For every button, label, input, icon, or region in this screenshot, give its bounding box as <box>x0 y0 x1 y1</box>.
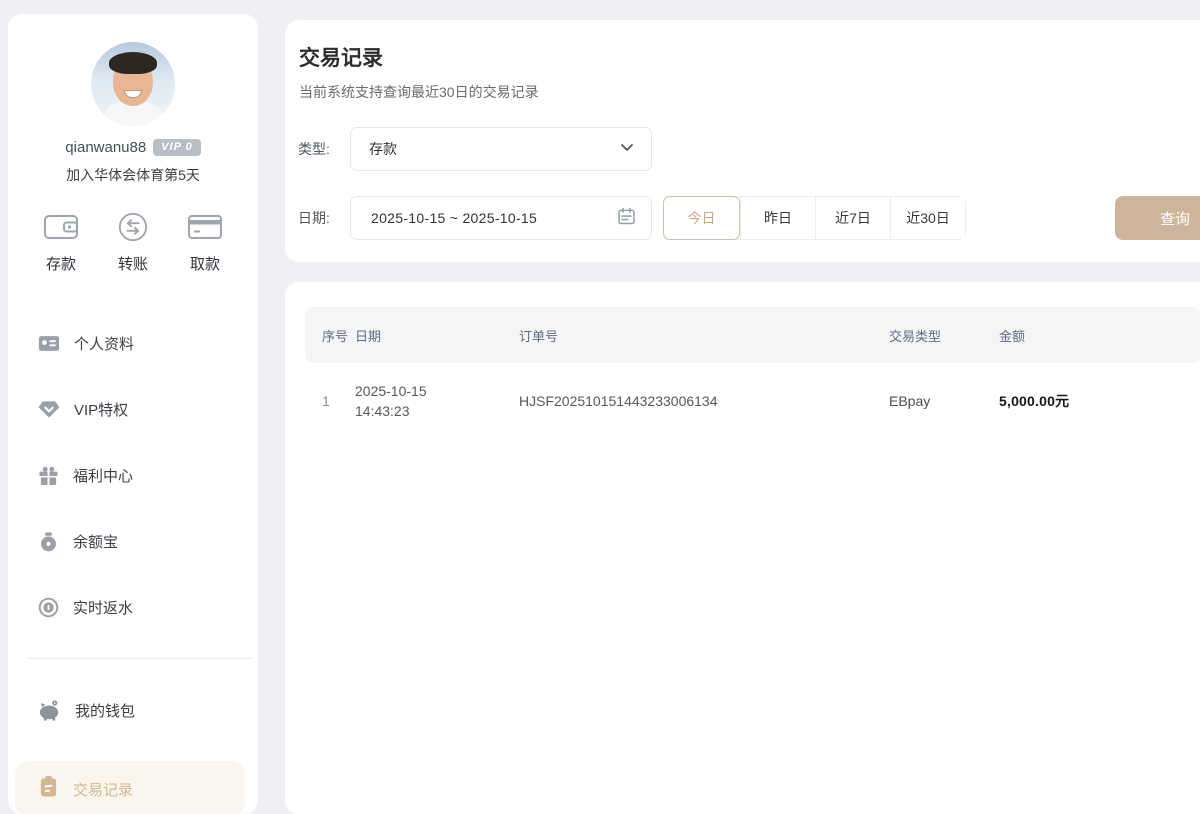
sidebar-item-label: 个人资料 <box>74 333 134 354</box>
coin-icon <box>38 597 59 618</box>
type-select[interactable]: 存款 <box>350 127 652 171</box>
sidebar-item-rebate[interactable]: 实时返水 <box>38 592 258 622</box>
bank-card-icon <box>186 211 224 243</box>
page-title: 交易记录 <box>299 42 383 72</box>
chevron-down-icon <box>617 138 637 161</box>
sidebar-item-profile[interactable]: 个人资料 <box>38 328 258 358</box>
join-days-text: 加入华体会体育第5天 <box>8 165 258 185</box>
quick-actions: 存款 转账 取款 <box>32 211 234 274</box>
sidebar-item-transactions-active[interactable]: 交易记录 <box>15 761 245 814</box>
money-bag-icon <box>38 531 59 552</box>
quick-action-label: 存款 <box>46 253 76 274</box>
transfer-button[interactable]: 转账 <box>104 211 162 274</box>
sidebar-menu-bottom: 我的钱包 <box>8 695 258 725</box>
type-label: 类型: <box>298 127 330 171</box>
sidebar-item-label: 实时返水 <box>73 597 133 618</box>
sidebar-item-yuebao[interactable]: 余额宝 <box>38 526 258 556</box>
transfer-icon <box>116 211 150 243</box>
date-label: 日期: <box>298 196 330 240</box>
sidebar-item-label: 交易记录 <box>73 779 133 800</box>
vip-gem-icon <box>38 400 60 419</box>
row-order-number: HJSF202510151443233006134 <box>519 393 889 409</box>
query-button[interactable]: 查询 <box>1115 196 1200 240</box>
calendar-icon <box>616 206 637 230</box>
header-amount: 金额 <box>999 326 1200 345</box>
date-range-group: 今日 昨日 近7日 近30日 <box>663 196 966 240</box>
date-range-value: 2025-10-15 ~ 2025-10-15 <box>371 210 537 226</box>
header-order: 订单号 <box>519 326 889 345</box>
row-date-day: 2025-10-15 <box>355 381 519 401</box>
row-transaction-type: EBpay <box>889 393 999 409</box>
row-date-time: 14:43:23 <box>355 401 519 421</box>
sidebar-item-label: VIP特权 <box>74 399 128 420</box>
id-card-icon <box>38 335 60 352</box>
sidebar-item-label: 余额宝 <box>73 531 118 552</box>
withdraw-button[interactable]: 取款 <box>176 211 234 274</box>
deposit-button[interactable]: 存款 <box>32 211 90 274</box>
piggy-bank-icon <box>38 699 61 721</box>
header-type: 交易类型 <box>889 326 999 345</box>
wallet-icon <box>42 211 80 243</box>
type-select-value: 存款 <box>369 139 397 159</box>
filter-panel: 交易记录 当前系统支持查询最近30日的交易记录 类型: 存款 日期: 2025-… <box>285 20 1200 262</box>
gift-icon <box>38 465 59 486</box>
table-header: 序号 日期 订单号 交易类型 金额 <box>305 307 1200 363</box>
range-7days-button[interactable]: 近7日 <box>815 197 890 239</box>
sidebar-item-wallet[interactable]: 我的钱包 <box>38 695 258 725</box>
sidebar-divider <box>28 658 252 659</box>
table-row: 1 2025-10-15 14:43:23 HJSF20251015144323… <box>305 373 1200 429</box>
sidebar-item-label: 我的钱包 <box>75 700 135 721</box>
sidebar-menu: 个人资料 VIP特权 福利中心 余额宝 实时返水 <box>8 328 258 622</box>
results-panel: 序号 日期 订单号 交易类型 金额 1 2025-10-15 14:43:23 … <box>285 282 1200 814</box>
avatar <box>91 42 175 126</box>
range-yesterday-button[interactable]: 昨日 <box>740 197 815 239</box>
receipt-icon <box>38 775 59 803</box>
range-today-button[interactable]: 今日 <box>663 196 740 240</box>
username: qianwanu88 <box>65 139 146 156</box>
page-subtitle: 当前系统支持查询最近30日的交易记录 <box>299 82 539 102</box>
sidebar-item-vip[interactable]: VIP特权 <box>38 394 258 424</box>
quick-action-label: 转账 <box>118 253 148 274</box>
row-amount: 5,000.00元 <box>999 391 1200 411</box>
sidebar-item-label: 福利中心 <box>73 465 133 486</box>
sidebar-item-benefits[interactable]: 福利中心 <box>38 460 258 490</box>
row-date: 2025-10-15 14:43:23 <box>355 381 519 421</box>
range-30days-button[interactable]: 近30日 <box>890 197 965 239</box>
header-date: 日期 <box>355 326 519 345</box>
sidebar: qianwanu88 VIP 0 加入华体会体育第5天 存款 <box>8 14 258 814</box>
header-index: 序号 <box>305 326 355 345</box>
row-index: 1 <box>305 393 355 409</box>
quick-action-label: 取款 <box>190 253 220 274</box>
date-range-input[interactable]: 2025-10-15 ~ 2025-10-15 <box>350 196 652 240</box>
vip-badge: VIP 0 <box>153 139 201 156</box>
